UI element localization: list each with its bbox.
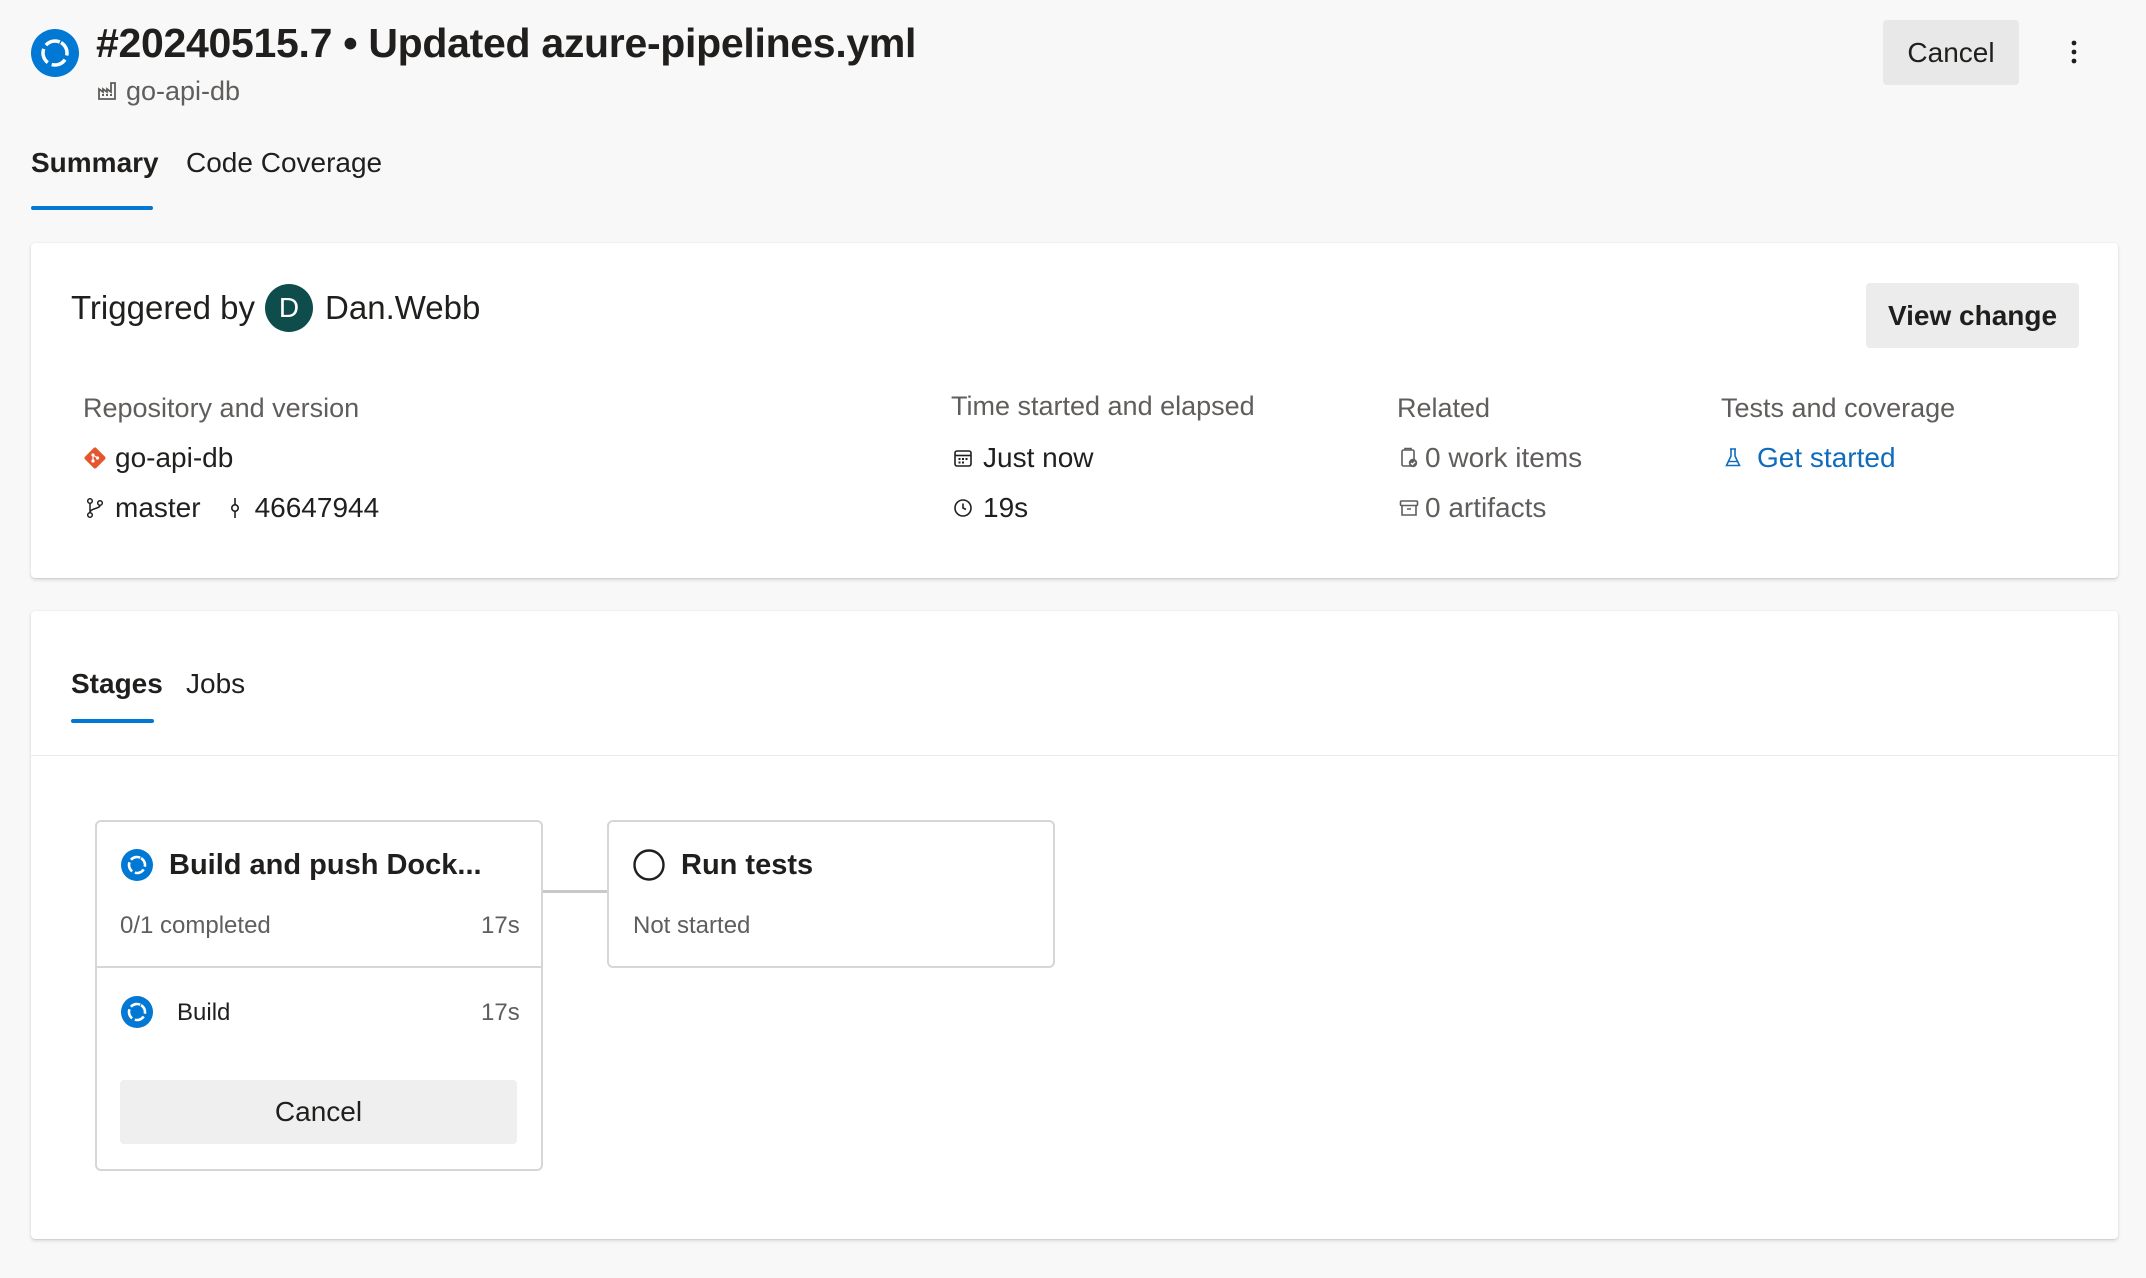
branch-name[interactable]: master bbox=[115, 492, 201, 524]
tab-stages[interactable]: Stages bbox=[71, 668, 163, 700]
time-heading: Time started and elapsed bbox=[951, 391, 1255, 421]
stage-run-tests[interactable] bbox=[607, 820, 1055, 968]
tab-summary[interactable]: Summary bbox=[31, 147, 159, 179]
work-item-icon bbox=[1397, 446, 1421, 470]
view-change-button[interactable]: View change bbox=[1866, 283, 2079, 348]
time-started-value: Just now bbox=[983, 442, 1094, 473]
get-started-label: Get started bbox=[1757, 442, 1896, 473]
pipeline-name: go-api-db bbox=[126, 75, 241, 106]
related-heading: Related bbox=[1397, 393, 1491, 423]
more-vertical-icon bbox=[2071, 40, 2077, 64]
time-elapsed-value: 19s bbox=[983, 492, 1029, 523]
triggered-by: Triggered by D Dan.Webb bbox=[71, 283, 480, 333]
stage-progress: 0/1 completed bbox=[120, 912, 271, 939]
running-status-icon bbox=[120, 995, 154, 1029]
divider bbox=[31, 755, 2118, 756]
pipeline-icon bbox=[96, 79, 120, 103]
tests-heading: Tests and coverage bbox=[1721, 393, 1956, 423]
time-elapsed: 19s bbox=[951, 490, 1028, 526]
branch-icon bbox=[83, 496, 107, 520]
cancel-run-button[interactable]: Cancel bbox=[1883, 20, 2019, 85]
running-status-icon bbox=[120, 848, 154, 882]
commit-icon bbox=[223, 496, 247, 520]
job-duration: 17s bbox=[481, 999, 520, 1026]
cancel-stage-button[interactable]: Cancel bbox=[120, 1080, 517, 1144]
avatar[interactable]: D bbox=[265, 284, 314, 332]
artifacts-count: 0 artifacts bbox=[1425, 492, 1547, 523]
triggered-by-label: Triggered by bbox=[71, 289, 256, 326]
tab-selected-indicator bbox=[31, 206, 153, 210]
repository-name: go-api-db bbox=[115, 442, 234, 473]
divider bbox=[97, 966, 541, 968]
trigger-user-name[interactable]: Dan.Webb bbox=[325, 289, 480, 327]
repository-link[interactable]: go-api-db bbox=[83, 440, 233, 476]
work-items-count: 0 work items bbox=[1425, 442, 1583, 473]
stage-title: Run tests bbox=[681, 849, 814, 881]
tab-jobs[interactable]: Jobs bbox=[186, 668, 245, 700]
tab-code-coverage[interactable]: Code Coverage bbox=[186, 147, 382, 179]
not-started-status-icon bbox=[632, 848, 666, 882]
get-started-link[interactable]: Get started bbox=[1721, 440, 1896, 476]
pipeline-breadcrumb[interactable]: go-api-db bbox=[96, 74, 240, 108]
clock-icon bbox=[951, 496, 975, 520]
more-actions-button[interactable] bbox=[2054, 30, 2094, 74]
run-status-running-icon bbox=[30, 28, 80, 78]
stage-duration: 17s bbox=[481, 912, 520, 939]
work-items-link[interactable]: 0 work items bbox=[1397, 440, 1582, 476]
artifact-icon bbox=[1397, 496, 1421, 520]
artifacts-link[interactable]: 0 artifacts bbox=[1397, 490, 1546, 526]
repository-heading: Repository and version bbox=[83, 393, 360, 423]
calendar-icon bbox=[951, 446, 975, 470]
stage-status: Not started bbox=[633, 912, 751, 939]
run-title: #20240515.7 • Updated azure-pipelines.ym… bbox=[96, 20, 917, 66]
time-started: Just now bbox=[951, 440, 1094, 476]
job-build[interactable]: Build bbox=[177, 999, 230, 1027]
stage-title: Build and push Dock... bbox=[169, 849, 482, 881]
version-row: master 46647944 bbox=[83, 490, 379, 526]
git-repo-icon bbox=[83, 446, 107, 470]
stage-connector bbox=[543, 890, 607, 893]
tab-selected-indicator bbox=[71, 719, 154, 723]
beaker-icon bbox=[1721, 446, 1745, 470]
commit-id[interactable]: 46647944 bbox=[255, 492, 380, 524]
